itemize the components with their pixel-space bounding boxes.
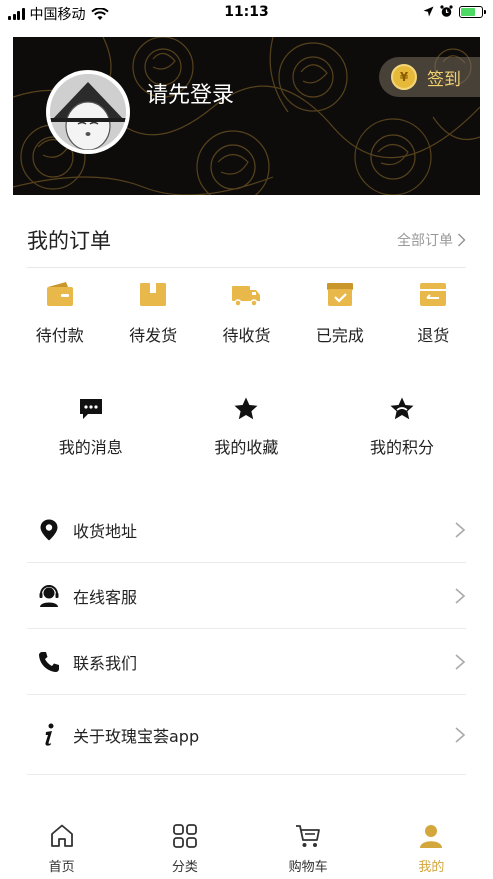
profile-banner: 请先登录 ¥ 签到	[13, 37, 480, 195]
chevron-right-icon	[455, 726, 466, 743]
order-item-return[interactable]: 退货	[387, 278, 480, 346]
list-item-about[interactable]: 关于玫瑰宝荟app	[27, 695, 466, 775]
settings-list: 收货地址 在线客服 联系我们 关于玫瑰宝荟app	[27, 497, 466, 775]
func-label: 我的收藏	[214, 438, 279, 457]
chevron-right-icon	[457, 233, 466, 247]
coin-icon: ¥	[391, 64, 417, 90]
chevron-right-icon	[455, 653, 466, 670]
status-bar: 中国移动 11:13	[0, 0, 493, 26]
list-item-label: 在线客服	[73, 587, 138, 607]
order-label: 待发货	[129, 326, 178, 345]
order-item-completed[interactable]: 已完成	[293, 278, 386, 346]
signin-button[interactable]: ¥ 签到	[379, 57, 480, 97]
return-icon	[420, 283, 447, 306]
truck-icon	[232, 286, 261, 307]
status-right	[423, 5, 486, 18]
list-item-contact-us[interactable]: 联系我们	[27, 629, 466, 695]
list-item-address[interactable]: 收货地址	[27, 497, 466, 563]
tab-label: 购物车	[288, 860, 328, 875]
order-label: 已完成	[315, 326, 364, 345]
category-grid-icon	[172, 824, 197, 848]
completed-box-icon	[326, 283, 353, 306]
all-orders-link[interactable]: 全部订单	[397, 230, 466, 250]
status-time: 11:13	[224, 4, 269, 20]
order-item-pending-shipment[interactable]: 待发货	[106, 278, 199, 346]
customer-service-icon	[39, 584, 59, 607]
location-arrow-icon	[423, 6, 434, 17]
star-icon	[234, 397, 258, 420]
my-points-button[interactable]: 我的积分	[324, 396, 480, 458]
package-icon	[140, 283, 167, 306]
tab-label: 分类	[171, 860, 198, 875]
wallet-icon	[46, 282, 73, 306]
avatar[interactable]	[46, 70, 130, 154]
orders-title: 我的订单	[27, 229, 111, 253]
my-favorites-button[interactable]: 我的收藏	[169, 396, 325, 458]
func-label: 我的消息	[58, 438, 123, 457]
points-star-icon	[390, 397, 414, 420]
tab-label: 首页	[48, 860, 75, 875]
tab-label: 我的	[418, 860, 445, 875]
signin-label: 签到	[427, 69, 461, 90]
bottom-tab-bar: 首页 分类 购物车 我的	[0, 818, 493, 879]
order-status-row: 待付款 待发货 待收货 已完成 退货	[13, 278, 480, 346]
order-item-pending-receipt[interactable]: 待收货	[200, 278, 293, 346]
func-label: 我的积分	[369, 438, 434, 457]
list-item-label: 联系我们	[73, 653, 138, 673]
list-item-label: 关于玫瑰宝荟app	[73, 726, 200, 746]
chevron-right-icon	[455, 587, 466, 604]
order-label: 待收货	[222, 326, 271, 345]
login-prompt[interactable]: 请先登录	[146, 77, 234, 109]
message-icon	[79, 399, 102, 419]
info-icon	[45, 723, 54, 746]
order-label: 待付款	[35, 326, 84, 345]
order-label: 退货	[417, 326, 450, 345]
chevron-right-icon	[455, 521, 466, 538]
function-row: 我的消息 我的收藏 我的积分	[13, 396, 480, 458]
tab-category[interactable]: 分类	[123, 818, 246, 879]
tab-cart[interactable]: 购物车	[247, 818, 370, 879]
phone-icon	[39, 651, 59, 672]
all-orders-label: 全部订单	[397, 233, 453, 249]
list-item-label: 收货地址	[73, 521, 138, 541]
alarm-icon	[440, 5, 453, 17]
location-pin-icon	[40, 519, 58, 540]
divider	[27, 267, 466, 268]
order-item-pending-payment[interactable]: 待付款	[13, 278, 106, 346]
tab-home[interactable]: 首页	[0, 818, 123, 879]
profile-icon	[420, 825, 443, 848]
tab-profile[interactable]: 我的	[370, 818, 493, 879]
battery-icon	[459, 5, 486, 18]
list-item-customer-service[interactable]: 在线客服	[27, 563, 466, 629]
my-messages-button[interactable]: 我的消息	[13, 396, 169, 458]
home-icon	[50, 824, 73, 847]
avatar-image	[50, 74, 126, 150]
cart-icon	[296, 825, 321, 847]
